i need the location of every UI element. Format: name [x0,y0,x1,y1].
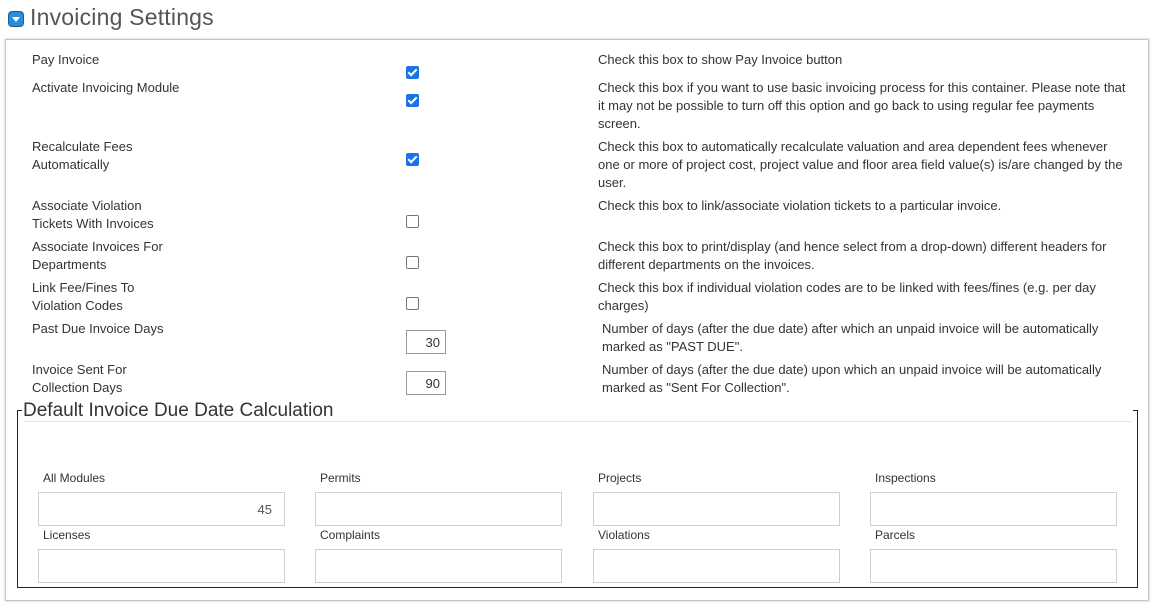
link-fee-fines-checkbox[interactable] [406,297,419,310]
setting-description-associate-violation-tickets: Check this box to link/associate violati… [598,198,1002,213]
setting-label-associate-violation-tickets: Associate Violation Tickets With Invoice… [32,198,154,231]
licenses-label: Licenses [43,528,91,542]
collapse-toggle-icon[interactable] [8,10,24,27]
pay-invoice-checkbox[interactable] [406,66,419,79]
setting-label-collection-days: Invoice Sent For Collection Days [32,362,127,395]
complaints-input[interactable] [315,549,562,583]
setting-description-collection-days: Number of days (after the due date) upon… [602,362,1102,395]
setting-description-link-fee-fines: Check this box if individual violation c… [598,280,1096,313]
parcels-input[interactable] [870,549,1117,583]
setting-description-past-due-days: Number of days (after the due date) afte… [602,321,1099,354]
setting-description-associate-departments: Check this box to print/display (and hen… [598,239,1107,272]
section-header: Invoicing Settings [8,2,214,32]
inspections-label: Inspections [875,471,936,485]
setting-label-activate-invoicing: Activate Invoicing Module [32,80,180,95]
past-due-days-input[interactable]: 30 [406,330,446,354]
collection-days-input[interactable]: 90 [406,371,446,395]
violations-label: Violations [598,528,650,542]
fieldset-top-left-border [17,410,22,411]
all-modules-label: All Modules [43,471,106,485]
setting-label-associate-departments: Associate Invoices For Departments [32,239,163,272]
permits-label: Permits [320,471,361,485]
recalculate-fees-checkbox[interactable] [406,153,419,166]
fieldset-divider [24,421,1132,422]
projects-label: Projects [598,471,642,485]
setting-description-recalculate-fees: Check this box to automatically recalcul… [598,139,1123,190]
associate-departments-checkbox[interactable] [406,256,419,269]
complaints-label: Complaints [320,528,381,542]
activate-invoicing-checkbox[interactable] [406,94,419,107]
permits-input[interactable] [315,492,562,526]
setting-label-link-fee-fines: Link Fee/Fines To Violation Codes [32,280,135,313]
parcels-label: Parcels [875,528,916,542]
violations-input[interactable] [593,549,840,583]
setting-description-pay-invoice: Check this box to show Pay Invoice butto… [598,52,843,67]
associate-violation-tickets-checkbox[interactable] [406,215,419,228]
projects-input[interactable] [593,492,840,526]
setting-label-recalculate-fees: Recalculate Fees Automatically [32,139,133,172]
setting-label-pay-invoice: Pay Invoice [32,52,100,67]
setting-description-activate-invoicing: Check this box if you want to use basic … [598,80,1126,131]
page-title: Invoicing Settings [30,3,214,30]
inspections-input[interactable] [870,492,1117,526]
licenses-input[interactable] [38,549,285,583]
setting-label-past-due-days: Past Due Invoice Days [32,321,164,336]
fieldset-top-right-border [1133,410,1138,411]
all-modules-input[interactable]: 45 [38,492,285,526]
due-date-legend: Default Invoice Due Date Calculation [23,399,334,423]
